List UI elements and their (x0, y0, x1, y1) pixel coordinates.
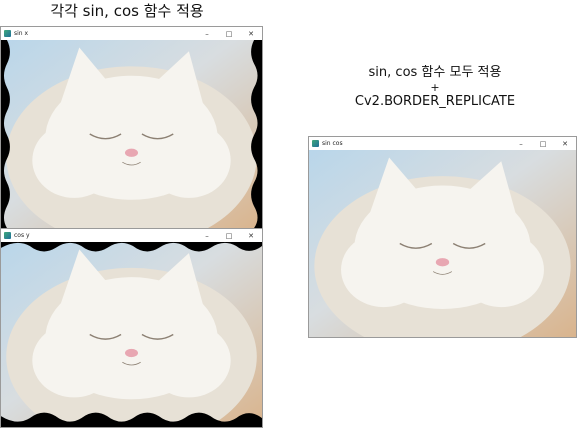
cat-cheek-right (458, 232, 544, 308)
cat-image (1, 40, 262, 228)
cat-cheek-left (341, 232, 427, 308)
caption-right-line2: + (430, 80, 440, 94)
maximize-button[interactable]: □ (218, 229, 240, 242)
app-icon (312, 140, 319, 147)
maximize-button[interactable]: □ (532, 137, 554, 150)
close-button[interactable]: ✕ (554, 137, 576, 150)
titlebar-sin-x[interactable]: sin x – □ ✕ (1, 27, 262, 41)
window-cos-y[interactable]: cos y – □ ✕ (0, 228, 263, 428)
image-cos-y (1, 242, 262, 427)
caption-right-line1: sin, cos 함수 모두 적용 (368, 65, 502, 80)
cat-cheek-right (147, 323, 231, 398)
close-button[interactable]: ✕ (240, 27, 262, 40)
cat-nose (435, 258, 450, 267)
cat-cheek-right (147, 122, 231, 198)
window-sin-x[interactable]: sin x – □ ✕ (0, 26, 263, 229)
minimize-button[interactable]: – (196, 229, 218, 242)
titlebar-cos-y[interactable]: cos y – □ ✕ (1, 229, 262, 243)
caption-right-line3: Cv2.BORDER_REPLICATE (354, 93, 516, 109)
window-title: sin cos (322, 140, 343, 147)
cat-image (1, 242, 262, 427)
maximize-button[interactable]: □ (218, 27, 240, 40)
app-icon (4, 232, 11, 239)
window-title: cos y (14, 232, 30, 239)
image-sin-x (1, 40, 262, 228)
minimize-button[interactable]: – (510, 137, 532, 150)
cat-nose (124, 148, 139, 157)
app-icon (4, 30, 11, 37)
cat-cheek-left (32, 122, 116, 198)
cat-image (309, 150, 576, 337)
cat-cheek-left (32, 323, 116, 398)
caption-right: sin, cos 함수 모두 적용 + Cv2.BORDER_REPLICATE (300, 65, 570, 109)
window-title: sin x (14, 30, 29, 37)
titlebar-sin-cos[interactable]: sin cos – □ ✕ (309, 137, 576, 151)
window-sin-cos[interactable]: sin cos – □ ✕ (308, 136, 577, 338)
image-sin-cos (309, 150, 576, 337)
minimize-button[interactable]: – (196, 27, 218, 40)
caption-left: 각각 sin, cos 함수 적용 (50, 2, 204, 20)
close-button[interactable]: ✕ (240, 229, 262, 242)
cat-nose (124, 348, 139, 358)
